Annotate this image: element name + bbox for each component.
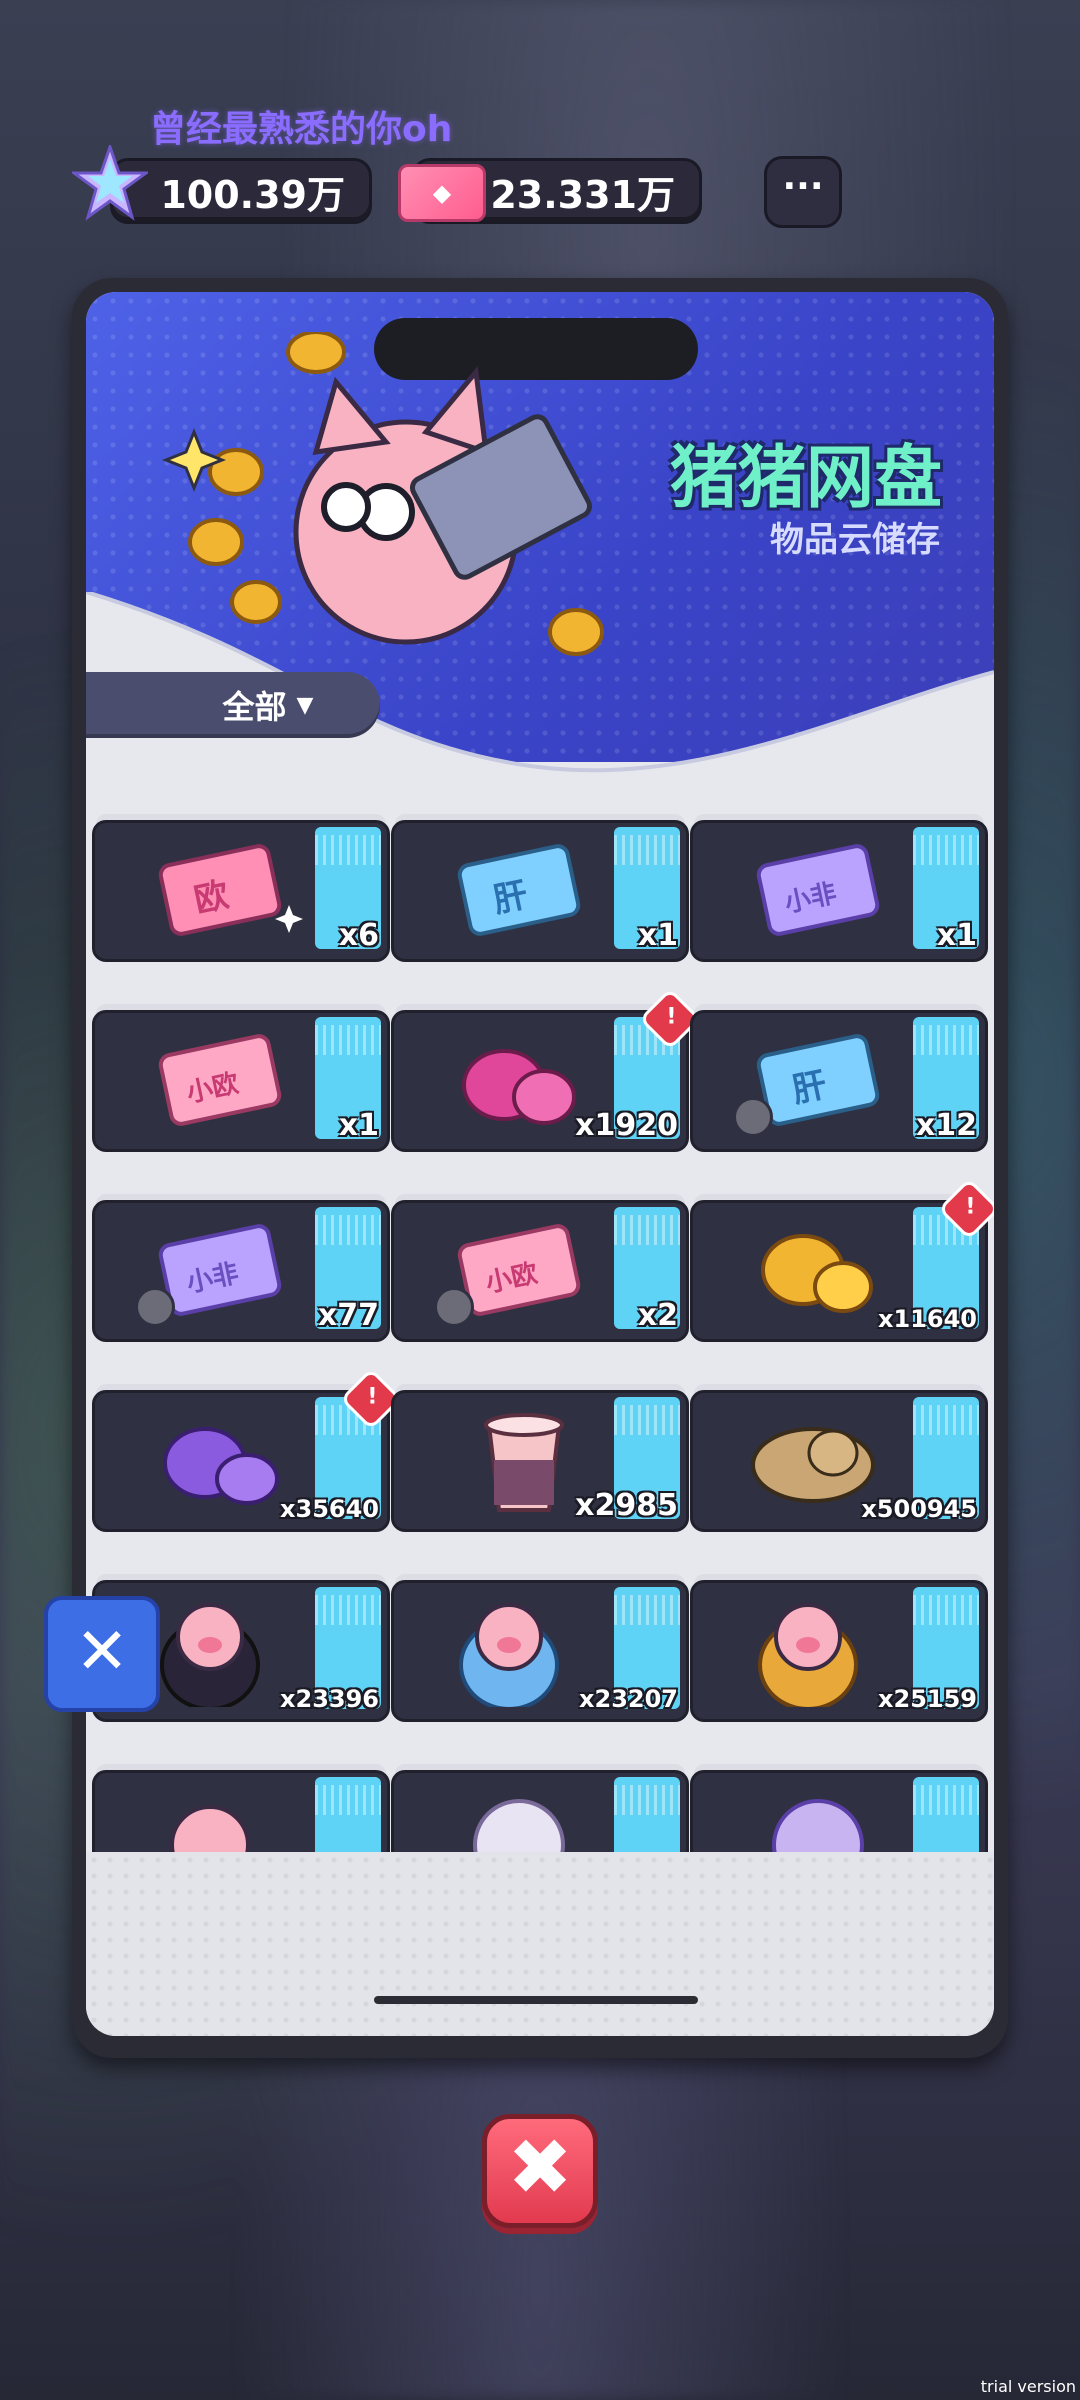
- xiaofei-ticket-icon: 小非: [756, 844, 880, 936]
- chevron-down-icon: ▼: [296, 692, 314, 718]
- item-count: x2: [637, 1298, 678, 1333]
- item-cell-croissant[interactable]: x500945: [690, 1390, 988, 1532]
- item-cell-purple-gem[interactable]: ! x35640: [92, 1367, 403, 1532]
- pig-mascot-illustration: [161, 332, 604, 656]
- item-count: x11640: [878, 1305, 977, 1333]
- username: 曾经最熟悉的你oh: [150, 109, 453, 150]
- star-currency-display[interactable]: 100.39万: [110, 158, 372, 224]
- banner-subtitle: 物品云储存: [770, 520, 940, 560]
- filter-label: 全部: [222, 688, 287, 726]
- item-count: x12: [915, 1108, 977, 1143]
- item-grid: 欧 x6 肝 x1 小非 x1 小欧 x1 ! x1920 肝 x12 小非 x…: [92, 810, 994, 1950]
- item-count: x500945: [861, 1495, 977, 1523]
- item-cell-pink-gem[interactable]: ! x1920: [391, 987, 702, 1152]
- item-count: x23396: [280, 1685, 379, 1713]
- home-indicator: [374, 1996, 698, 2004]
- gear-icon: [434, 1287, 474, 1327]
- item-row: x23396 x23207 x25159: [92, 1570, 990, 1760]
- item-cell-xiaoou-ticket-bound[interactable]: 小欧 x2: [391, 1200, 689, 1342]
- item-count: x77: [317, 1298, 379, 1333]
- star-icon: [72, 145, 148, 221]
- star-currency-value: 100.39万: [160, 172, 345, 217]
- close-button[interactable]: ✖: [482, 2114, 598, 2228]
- item-count: x1: [637, 918, 678, 953]
- item-count: x2985: [575, 1488, 678, 1523]
- panel-footer: [86, 1852, 994, 2036]
- item-row: ! x35640 x2985 x500945: [92, 1367, 990, 1570]
- item-cell-ou-ticket[interactable]: 欧 x6: [92, 820, 390, 962]
- item-cell-milk-tea[interactable]: x2985: [391, 1390, 689, 1532]
- item-row: 小非 x77 小欧 x2 ! x11640: [92, 1177, 994, 1380]
- item-cell-xiaoou-ticket[interactable]: 小欧 x1: [92, 1010, 390, 1152]
- ticket-icon: ◆: [398, 164, 486, 222]
- more-button[interactable]: ···: [764, 156, 842, 228]
- item-count: x6: [338, 918, 379, 953]
- gear-icon: [733, 1097, 773, 1137]
- ticket-currency-value: 23.331万: [490, 172, 675, 217]
- item-row: 欧 x6 肝 x1 小非 x1: [92, 810, 990, 1000]
- item-count: x1: [936, 918, 977, 953]
- gan-ticket-icon: 肝: [457, 844, 581, 936]
- watermark: trial version: [980, 2377, 1076, 2396]
- item-count: x1920: [575, 1108, 678, 1143]
- filter-dropdown[interactable]: 全部 ▼: [86, 672, 380, 738]
- close-icon[interactable]: ✕: [44, 1596, 160, 1712]
- xiaoou-ticket-icon: 小欧: [158, 1034, 282, 1126]
- item-cell-gold-gem[interactable]: ! x11640: [690, 1177, 994, 1342]
- item-count: x25159: [878, 1685, 977, 1713]
- item-count: x35640: [280, 1495, 379, 1523]
- item-cell-yellow-pig[interactable]: x25159: [690, 1580, 988, 1722]
- item-cell-xiaofei-ticket-bound[interactable]: 小非 x77: [92, 1200, 390, 1342]
- item-count: x1: [338, 1108, 379, 1143]
- item-cell-blue-pig[interactable]: x23207: [391, 1580, 689, 1722]
- ou-ticket-icon: 欧: [158, 844, 303, 936]
- gear-icon: [135, 1287, 175, 1327]
- cloud-storage-panel: 猪猪网盘 物品云储存 全部 ▼ 欧 x6 肝 x1 小非 x1 小欧 x1 ! …: [86, 292, 994, 2036]
- item-cell-gan-ticket[interactable]: 肝 x1: [391, 820, 689, 962]
- banner-title: 猪猪网盘: [669, 439, 942, 518]
- item-row: 小欧 x1 ! x1920 肝 x12: [92, 987, 990, 1190]
- item-cell-gan-ticket-bound[interactable]: 肝 x12: [690, 1010, 988, 1152]
- item-count: x23207: [579, 1685, 678, 1713]
- item-cell-xiaofei-ticket[interactable]: 小非 x1: [690, 820, 988, 962]
